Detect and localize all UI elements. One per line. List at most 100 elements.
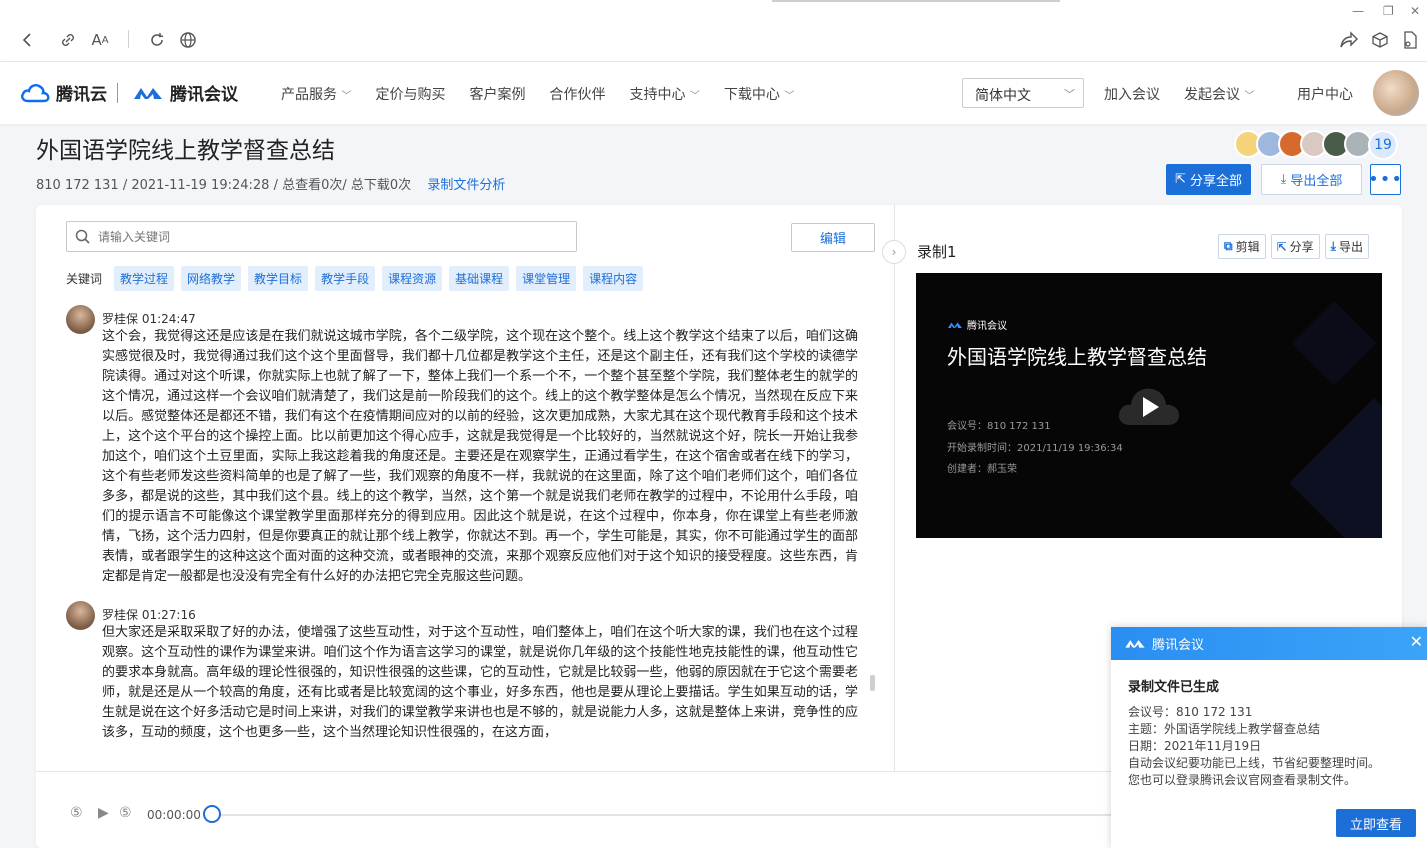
page-title: 外国语学院线上教学督查总结 bbox=[36, 138, 335, 164]
nav-item-support[interactable]: 支持中心 ﹀ bbox=[629, 84, 699, 104]
nav-item-pricing[interactable]: 定价与购买 bbox=[375, 84, 445, 104]
keyword-row: 关键词 教学过程 网络教学 教学目标 教学手段 课程资源 基础课程 课堂管理 课… bbox=[66, 266, 644, 291]
chevron-down-icon: ﹀ bbox=[341, 91, 352, 102]
keyword-tag[interactable]: 课堂管理 bbox=[516, 266, 577, 291]
share-icon[interactable] bbox=[1337, 28, 1361, 52]
link-icon[interactable] bbox=[56, 28, 80, 52]
play-icon[interactable] bbox=[1116, 383, 1182, 429]
transcript-list[interactable]: 罗桂保 01:24:47 这个会，我觉得这还是应该是在我们就说这城市学院，各个二… bbox=[66, 305, 866, 771]
play-icon[interactable]: ▶ bbox=[98, 805, 109, 821]
tencent-cloud-logo[interactable]: 腾讯云 bbox=[20, 80, 107, 105]
file-icon[interactable] bbox=[1398, 28, 1422, 52]
avatar bbox=[66, 305, 95, 334]
rewind-5-icon[interactable]: ⑤ bbox=[70, 805, 83, 821]
crop-icon: ⧉ bbox=[1224, 239, 1233, 253]
transcript-text[interactable]: 这个会，我觉得这还是应该是在我们就说这城市学院，各个二级学院，这个现在这个整个。… bbox=[102, 327, 858, 587]
recording-title: 录制1 bbox=[917, 243, 957, 261]
notification-body: 会议号：810 172 131 主题：外国语学院线上教学督查总结 日期：2021… bbox=[1128, 704, 1380, 789]
analysis-link[interactable]: 录制文件分析 bbox=[427, 178, 505, 193]
site-header: 腾讯云 腾讯会议 产品服务 ﹀ 定价与购买 客户案例 合作伙伴 支持中心 ﹀ 下… bbox=[0, 62, 1427, 124]
video-start-time: 开始录制时间：2021/11/19 19:36:34 bbox=[947, 443, 1123, 454]
join-meeting-link[interactable]: 加入会议 bbox=[1104, 84, 1160, 104]
transcript-text[interactable]: 但大家还是采取采取了好的办法，使增强了这些互动性，对于这个互动性，咱们整体上，咱… bbox=[102, 623, 858, 743]
video-brand: 腾讯会议 bbox=[947, 317, 1007, 332]
forward-5-icon[interactable]: ⑤ bbox=[119, 805, 132, 821]
avatar bbox=[66, 601, 95, 630]
refresh-icon[interactable] bbox=[145, 28, 169, 52]
cloud-logo-icon bbox=[21, 83, 50, 102]
recording-actions: ⧉ 剪辑 ⇱ 分享 ⤓ 导出 bbox=[1218, 234, 1369, 259]
meeting-stats: / 总查看0次/ 总下载0次 bbox=[273, 178, 412, 193]
meeting-logo-icon bbox=[948, 322, 962, 328]
main-nav: 产品服务 ﹀ 定价与购买 客户案例 合作伙伴 支持中心 ﹀ 下载中心 ﹀ bbox=[281, 84, 794, 104]
share-button[interactable]: ⇱ 分享 bbox=[1270, 234, 1320, 259]
minimize-icon[interactable]: — bbox=[1352, 4, 1364, 18]
notification-line: 会议号：810 172 131 bbox=[1128, 705, 1253, 719]
progress-track[interactable] bbox=[212, 814, 1112, 816]
package-icon[interactable] bbox=[1368, 28, 1392, 52]
progress-handle[interactable] bbox=[203, 805, 221, 823]
export-button[interactable]: ⤓ 导出 bbox=[1324, 234, 1369, 259]
nav-item-cases[interactable]: 客户案例 bbox=[469, 84, 525, 104]
font-size-icon[interactable]: AA bbox=[88, 28, 112, 52]
nav-item-partners[interactable]: 合作伙伴 bbox=[549, 84, 605, 104]
share-icon: ⇱ bbox=[1175, 172, 1186, 187]
tencent-meeting-logo[interactable]: 腾讯会议 bbox=[132, 80, 238, 105]
keyword-search[interactable] bbox=[66, 221, 577, 252]
back-icon[interactable] bbox=[16, 28, 40, 52]
chevron-right-icon[interactable]: › bbox=[882, 240, 906, 264]
video-brand-text: 腾讯会议 bbox=[967, 321, 1007, 332]
search-input[interactable] bbox=[98, 229, 538, 244]
video-player[interactable]: 腾讯会议 外国语学院线上教学督查总结 会议号：810 172 131 开始录制时… bbox=[916, 273, 1382, 538]
share-all-button[interactable]: ⇱ 分享全部 bbox=[1166, 164, 1251, 195]
video-title: 外国语学院线上教学督查总结 bbox=[947, 345, 1207, 369]
scrollbar[interactable] bbox=[870, 675, 875, 691]
share-label: 分享 bbox=[1289, 240, 1314, 254]
close-icon[interactable]: ✕ bbox=[1410, 632, 1423, 651]
keyword-tag[interactable]: 基础课程 bbox=[449, 266, 510, 291]
browser-toolbar: AA — ❐ ✕ bbox=[0, 0, 1427, 62]
export-all-button[interactable]: ⤓ 导出全部 bbox=[1261, 164, 1362, 195]
start-meeting-menu[interactable]: 发起会议 ﹀ bbox=[1184, 84, 1254, 104]
transcript-pane: 编辑 关键词 教学过程 网络教学 教学目标 教学手段 课程资源 基础课程 课堂管… bbox=[36, 205, 895, 771]
export-label: 导出 bbox=[1338, 240, 1363, 254]
keyword-tag[interactable]: 课程内容 bbox=[583, 266, 644, 291]
meeting-logo-icon bbox=[134, 87, 162, 99]
speaker-timestamp[interactable]: 罗桂保 01:27:16 bbox=[102, 601, 866, 623]
language-value: 简体中文 bbox=[975, 88, 1031, 104]
participant-avatars[interactable]: 19 bbox=[1234, 130, 1398, 160]
notification-line: 日期：2021年11月19日 bbox=[1128, 739, 1262, 753]
nav-item-download[interactable]: 下载中心 ﹀ bbox=[724, 84, 794, 104]
globe-icon[interactable] bbox=[176, 28, 200, 52]
download-icon: ⤓ bbox=[1280, 172, 1287, 187]
share-icon: ⇱ bbox=[1276, 239, 1287, 254]
keyword-tag[interactable]: 课程资源 bbox=[382, 266, 443, 291]
keyword-tag[interactable]: 教学目标 bbox=[248, 266, 309, 291]
keyword-tag[interactable]: 教学过程 bbox=[114, 266, 175, 291]
language-select[interactable]: 简体中文 ﹀ bbox=[962, 78, 1084, 108]
keyword-tag[interactable]: 网络教学 bbox=[181, 266, 242, 291]
participant-count[interactable]: 19 bbox=[1368, 130, 1398, 160]
view-now-button[interactable]: 立即查看 bbox=[1336, 809, 1416, 837]
speaker-timestamp[interactable]: 罗桂保 01:24:47 bbox=[102, 305, 866, 327]
user-center-link[interactable]: 用户中心 bbox=[1297, 84, 1353, 104]
meeting-logo-icon bbox=[1125, 640, 1145, 648]
restore-icon[interactable]: ❐ bbox=[1383, 4, 1394, 18]
keyword-label: 关键词 bbox=[66, 272, 103, 286]
nav-item-products[interactable]: 产品服务 ﹀ bbox=[281, 84, 351, 104]
keyword-tag[interactable]: 教学手段 bbox=[315, 266, 376, 291]
notification-app: 腾讯会议 bbox=[1152, 638, 1205, 653]
start-meeting-label: 发起会议 bbox=[1184, 87, 1240, 103]
close-window-icon[interactable]: ✕ bbox=[1410, 4, 1420, 18]
chevron-down-icon: ﹀ bbox=[784, 91, 795, 102]
meeting-id: 810 172 131 bbox=[36, 178, 119, 193]
clip-button[interactable]: ⧉ 剪辑 bbox=[1218, 234, 1266, 259]
nav-label: 支持中心 bbox=[629, 87, 686, 103]
edit-button[interactable]: 编辑 bbox=[791, 223, 875, 252]
user-avatar[interactable] bbox=[1373, 70, 1419, 116]
more-button[interactable]: ••• bbox=[1368, 164, 1402, 195]
chevron-down-icon: ﹀ bbox=[1244, 91, 1255, 102]
transcript-entry: 罗桂保 01:24:47 这个会，我觉得这还是应该是在我们就说这城市学院，各个二… bbox=[66, 305, 866, 587]
search-icon bbox=[75, 229, 90, 244]
download-icon: ⤓ bbox=[1330, 239, 1336, 253]
